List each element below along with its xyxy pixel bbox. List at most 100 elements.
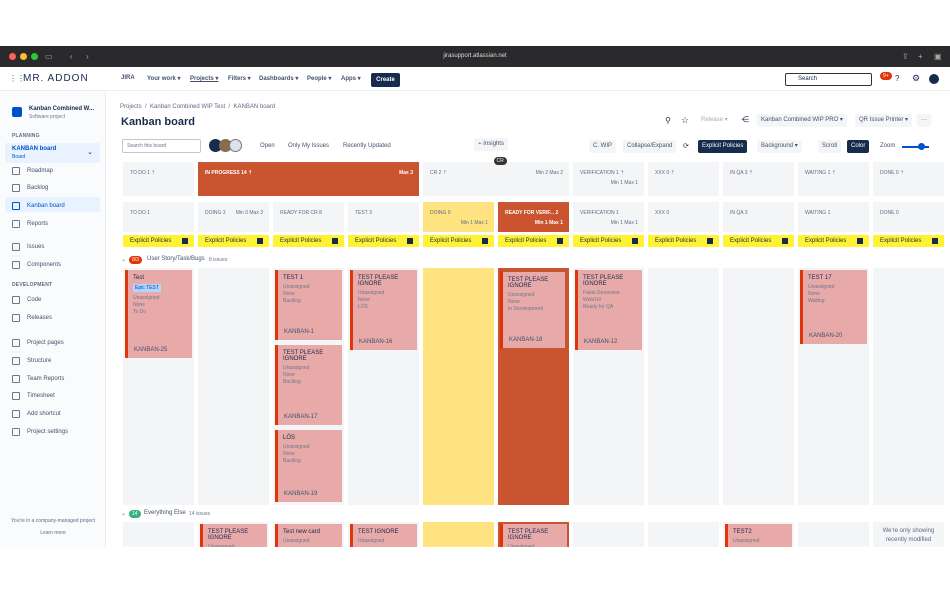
column-group-header[interactable]: IN PROGRESS 14 ⇡ Max 3 [198,162,419,196]
column-group-header[interactable]: VERIFICATION 1 ⇡ Min 1 Max 1 [573,162,644,196]
zoom-slider[interactable] [902,143,929,150]
nav-jira[interactable]: JIRA [121,75,135,81]
nav-projects[interactable]: Projects ▾ [190,75,218,82]
zoom-slider-knob[interactable] [917,143,925,150]
column-header[interactable]: IN QA 3 [723,202,794,232]
issue-key[interactable]: KANBAN-25 [134,347,167,353]
cwip-button[interactable]: C. WIP [589,140,616,153]
explicit-policies-toggle[interactable]: Explicit Policies [798,235,869,247]
column-group-header[interactable]: XXX 0 ⇡ [648,162,719,196]
column-group-header[interactable]: DONE 0 ⇡ [873,162,944,196]
column-header[interactable]: TEST 3 [348,202,419,232]
release-button[interactable]: Release ▾ [697,114,732,127]
column-group-header[interactable]: TO DO 1 ⇡ [123,162,194,196]
column-header[interactable]: READY FOR VERIF... 2 Min 1 Max 1 [498,202,569,232]
background-menu[interactable]: Background ▾ [757,140,802,153]
checkbox-icon[interactable] [857,238,863,244]
explicit-policies-toggle[interactable]: Explicit Policies [873,235,944,247]
global-search-input[interactable]: Search [785,73,872,86]
checkbox-icon[interactable] [707,238,713,244]
breadcrumb-projects[interactable]: Projects [120,104,142,110]
column-header[interactable]: DOING 3 Min 0 Max 3 [198,202,269,232]
issue-card[interactable]: TEST PLEASE IGNORE Unassigned [500,524,567,547]
column-group-header[interactable]: IN QA 3 ⇡ [723,162,794,196]
learn-more-link[interactable]: Learn more [0,530,106,536]
nav-apps[interactable]: Apps ▾ [341,75,361,82]
close-window-button[interactable] [9,53,16,60]
new-tab-icon[interactable]: + [918,52,923,61]
checkbox-icon[interactable] [407,238,413,244]
create-button[interactable]: Create [371,73,400,87]
nav-dashboards[interactable]: Dashboards ▾ [259,75,298,82]
tabs-overview-icon[interactable]: ▣ [934,52,942,61]
issue-card[interactable]: Test new card Unassigned [275,524,342,547]
sidebar-item-issues[interactable]: Issues [12,243,44,251]
issue-card[interactable]: TEST IGNORE Unassigned [350,524,417,547]
issue-key[interactable]: KANBAN-19 [284,491,317,497]
wip-pro-menu[interactable]: Kanban Combined WIP PRO ▾ [757,114,847,127]
more-icon[interactable]: ··· [917,114,931,127]
board-search-input[interactable]: Search this board [122,139,201,153]
nav-people[interactable]: People ▾ [307,75,331,82]
lane-collapse-icon[interactable]: ⌄ [121,256,126,263]
issue-card[interactable]: TEST PLEASE IGNORE Unassigned [200,524,267,547]
issue-card[interactable]: LÖS Unassigned None Backlog KANBAN-19 [275,430,342,502]
minimize-window-button[interactable] [20,53,27,60]
lane-title[interactable]: Everything Else [144,510,186,516]
issue-card[interactable]: TEST2 Unassigned [725,524,792,547]
column-group-header[interactable]: WAITING 1 ⇡ [798,162,869,196]
avatar[interactable] [229,139,242,152]
sidebar-item-project-pages[interactable]: Project pages [12,339,64,347]
forward-icon[interactable]: › [86,52,89,61]
explicit-policies-toggle[interactable]: Explicit Policies [423,235,494,247]
notification-badge[interactable]: 9+ [880,72,892,80]
scroll-button[interactable]: Scroll [818,140,842,153]
checkbox-icon[interactable] [332,238,338,244]
explicit-policies-toggle[interactable]: Explicit Policies [648,235,719,247]
explicit-policies-toggle[interactable]: Explicit Policies [723,235,794,247]
refresh-icon[interactable]: ⟳ [683,142,689,150]
explicit-policies-button[interactable]: Explicit Policies [698,140,748,153]
maximize-window-button[interactable] [31,53,38,60]
sidebar-item-team-reports[interactable]: Team Reports [12,375,64,383]
explicit-policies-toggle[interactable]: Explicit Policies [573,235,644,247]
issue-card[interactable]: TEST PLEASE IGNORE Unassigned None In Devel… [500,270,567,350]
back-icon[interactable]: ‹ [70,52,73,61]
checkbox-icon[interactable] [182,238,188,244]
column-header[interactable]: TO DO 1 [123,202,194,232]
issue-key[interactable]: KANBAN-12 [584,339,617,345]
help-icon[interactable]: ? [895,74,899,83]
sidebar-item-structure[interactable]: Structure [12,357,51,365]
issue-key[interactable]: KANBAN-20 [809,333,842,339]
checkbox-icon[interactable] [557,238,563,244]
sidebar-item-reports[interactable]: Reports [12,220,48,228]
issue-card[interactable]: TEST PLEASE IGNORE Unassigned None LÖS KANBA… [350,270,417,350]
qr-printer-menu[interactable]: QR Issue Printer ▾ [855,114,913,127]
column-header[interactable]: READY FOR CR 8 [273,202,344,232]
sidebar-item-project-settings[interactable]: Project settings [12,428,68,436]
address-bar[interactable]: jirasupport.atlassian.net [410,50,540,63]
share-icon[interactable]: ⋲ [741,115,749,124]
explicit-policies-toggle[interactable]: Explicit Policies [273,235,344,247]
lane-collapse-icon[interactable]: ⌄ [121,510,126,517]
sidebar-item-backlog[interactable]: Backlog [12,184,48,192]
breadcrumb-project[interactable]: Kanban Combined WIP Test [150,104,225,110]
collapse-expand-button[interactable]: Collapse/Expand [623,140,677,153]
explicit-policies-toggle[interactable]: Explicit Policies [198,235,269,247]
filter-recently-updated[interactable]: Recently Updated [339,140,395,153]
sidebar-item-releases[interactable]: Releases [12,314,52,322]
explicit-policies-toggle[interactable]: Explicit Policies [498,235,569,247]
checkbox-icon[interactable] [482,238,488,244]
explicit-policies-toggle[interactable]: Explicit Policies [123,235,194,247]
issue-card[interactable]: TEST 1 Unassigned None Backlog KANBAN-1 [275,270,342,340]
column-header[interactable]: WAITING 1 [798,202,869,232]
sidebar-item-components[interactable]: Components [12,261,61,269]
checkbox-icon[interactable] [632,238,638,244]
checkbox-icon[interactable] [782,238,788,244]
column-header[interactable]: DOING 0 Min 1 Max 1 [423,202,494,232]
color-button[interactable]: Color [847,140,870,153]
star-icon[interactable]: ☆ [681,115,689,126]
lane-title[interactable]: User Story/Task/Bugs [147,256,205,262]
sidebar-item-kanban-board[interactable]: Kanban board [12,202,65,210]
sidebar-item-code[interactable]: Code [12,296,41,304]
